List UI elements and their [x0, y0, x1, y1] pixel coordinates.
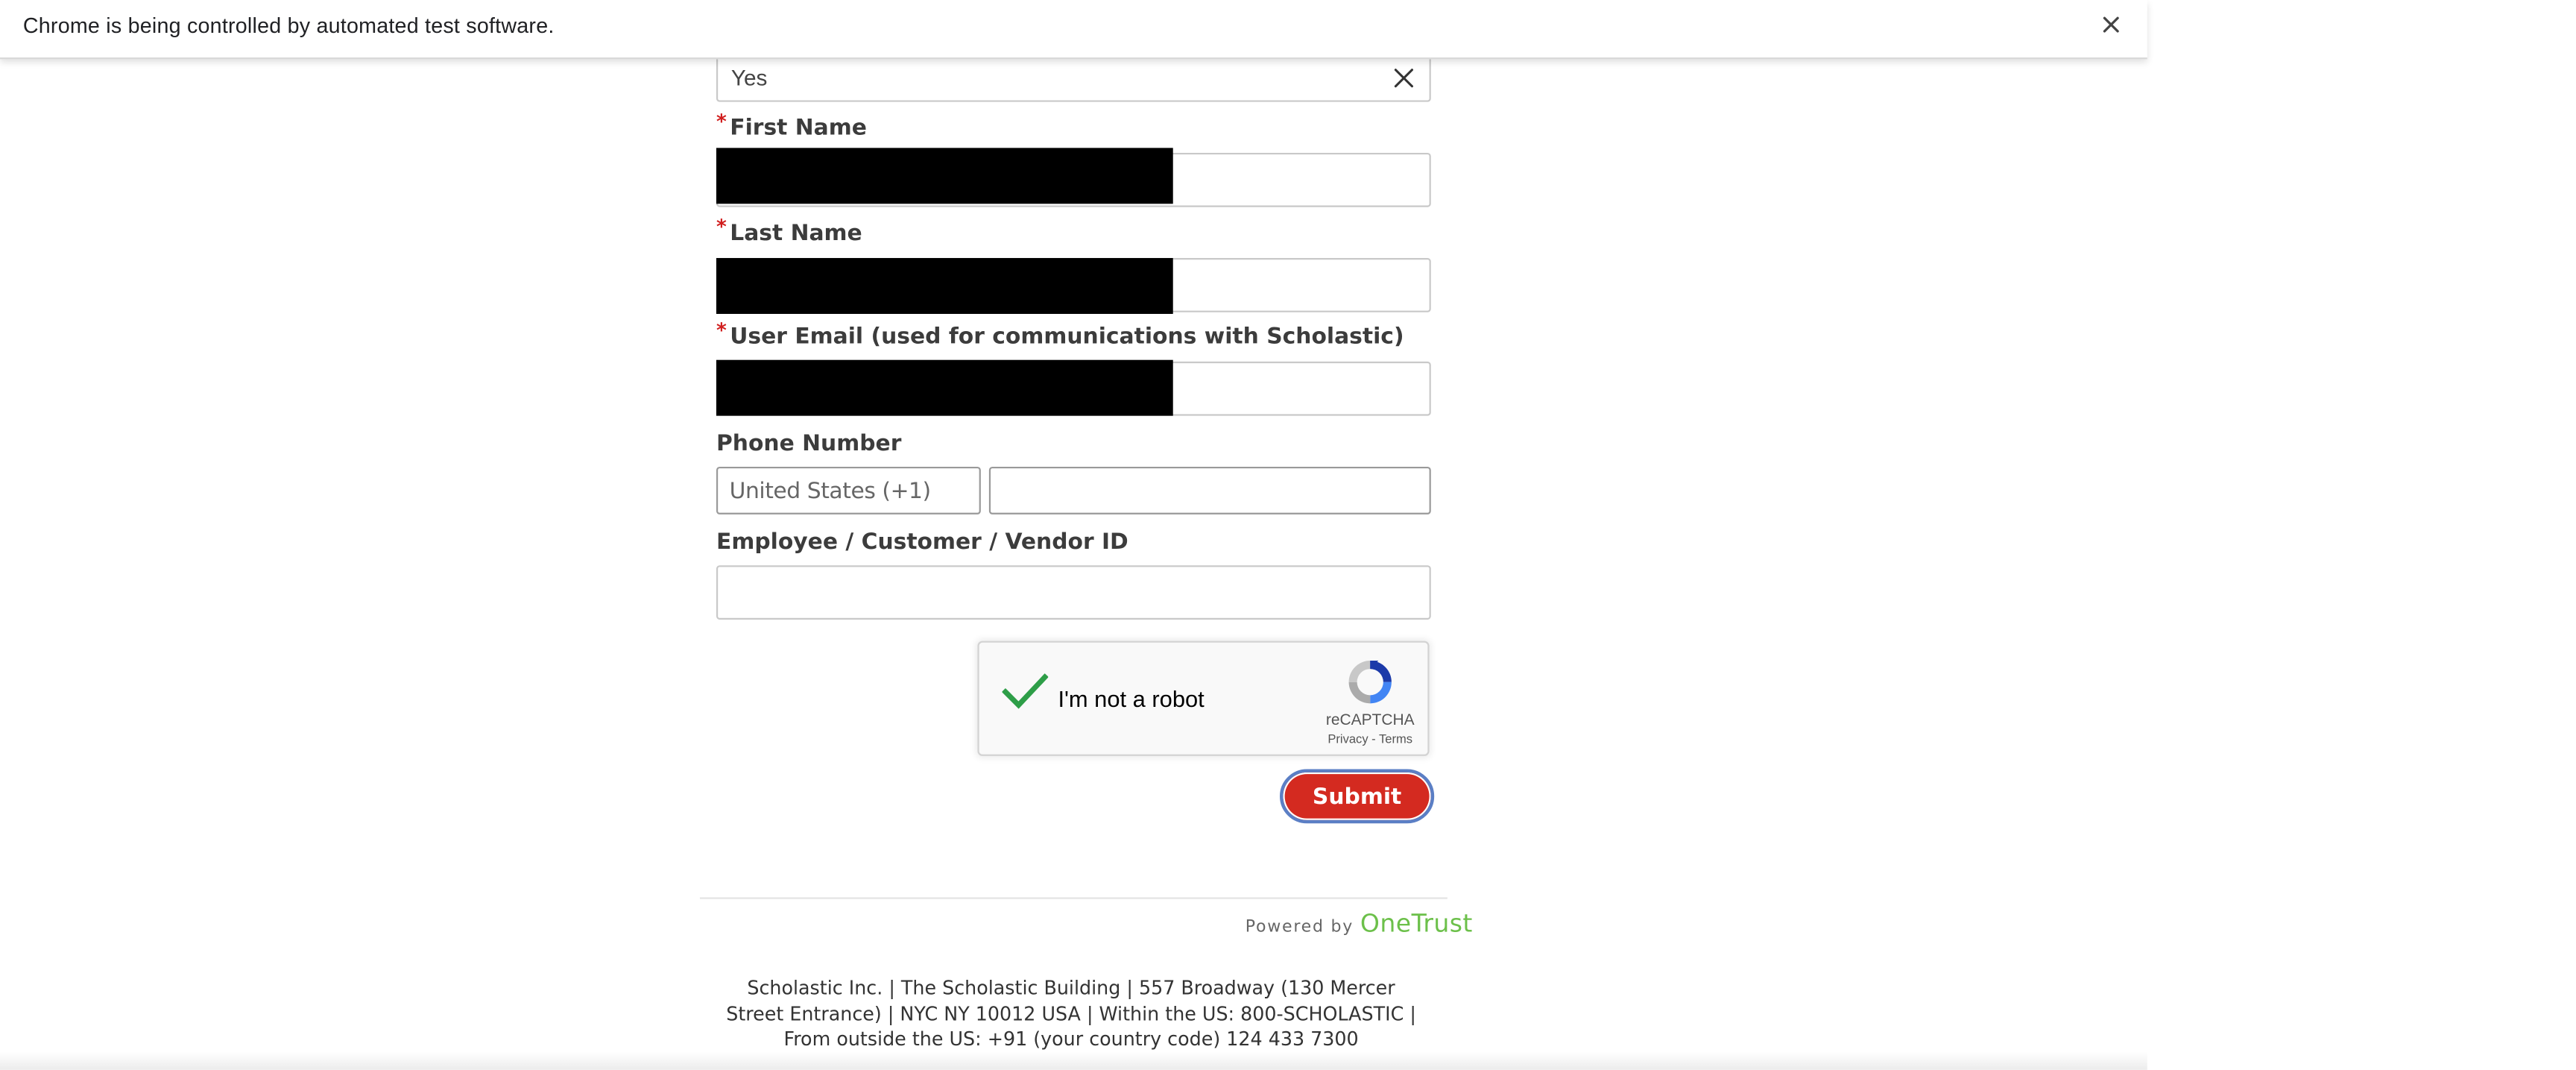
last-name-label: * Last Name [716, 215, 862, 247]
redaction-bar [716, 258, 1173, 314]
required-mark: * [716, 318, 727, 342]
vendor-id-label: Employee / Customer / Vendor ID [716, 529, 1128, 556]
recaptcha-links[interactable]: Privacy - Terms [1310, 731, 1431, 746]
redaction-bar [716, 148, 1173, 204]
first-name-label: * First Name [716, 110, 867, 142]
footer-address: Scholastic Inc. | The Scholastic Buildin… [726, 976, 1416, 1051]
required-mark: * [716, 215, 727, 239]
user-email-label-text: User Email (used for communications with… [730, 324, 1404, 350]
divider [699, 897, 1448, 899]
phone-number-input[interactable] [988, 466, 1431, 514]
yes-no-select[interactable]: Yes [716, 52, 1431, 102]
bottom-shadow [0, 1051, 2147, 1070]
recaptcha-label: I'm not a robot [1058, 685, 1205, 712]
phone-country-value: United States (+1) [729, 478, 932, 505]
phone-country-select[interactable]: United States (+1) [716, 466, 981, 514]
recaptcha-brand: reCAPTCHA [1325, 711, 1415, 730]
vendor-id-input[interactable] [716, 565, 1431, 620]
close-icon[interactable] [2096, 10, 2126, 40]
powered-by[interactable]: Powered by OneTrust [1246, 909, 1473, 940]
required-mark: * [716, 110, 727, 133]
first-name-label-text: First Name [730, 115, 867, 142]
infobar-message: Chrome is being controlled by automated … [22, 13, 555, 38]
select-value: Yes [730, 66, 768, 91]
submit-label: Submit [1312, 784, 1402, 811]
onetrust-logo: OneTrust [1360, 908, 1473, 939]
submit-button[interactable]: Submit [1279, 769, 1435, 824]
redaction-bar [716, 359, 1173, 416]
powered-by-prefix: Powered by [1245, 919, 1354, 937]
user-email-label: * User Email (used for communications wit… [716, 319, 1404, 350]
page: Chrome is being controlled by automated … [0, 0, 2576, 1070]
automation-infobar: Chrome is being controlled by automated … [0, 0, 2147, 60]
phone-number-label: Phone Number [716, 430, 902, 457]
recaptcha-logo-icon [1344, 655, 1397, 717]
close-icon[interactable] [1393, 67, 1415, 89]
recaptcha-widget: I'm not a robot reCAPTCHA Privacy - Term… [977, 641, 1431, 756]
checkmark-icon[interactable] [1001, 672, 1049, 720]
last-name-label-text: Last Name [730, 220, 862, 247]
